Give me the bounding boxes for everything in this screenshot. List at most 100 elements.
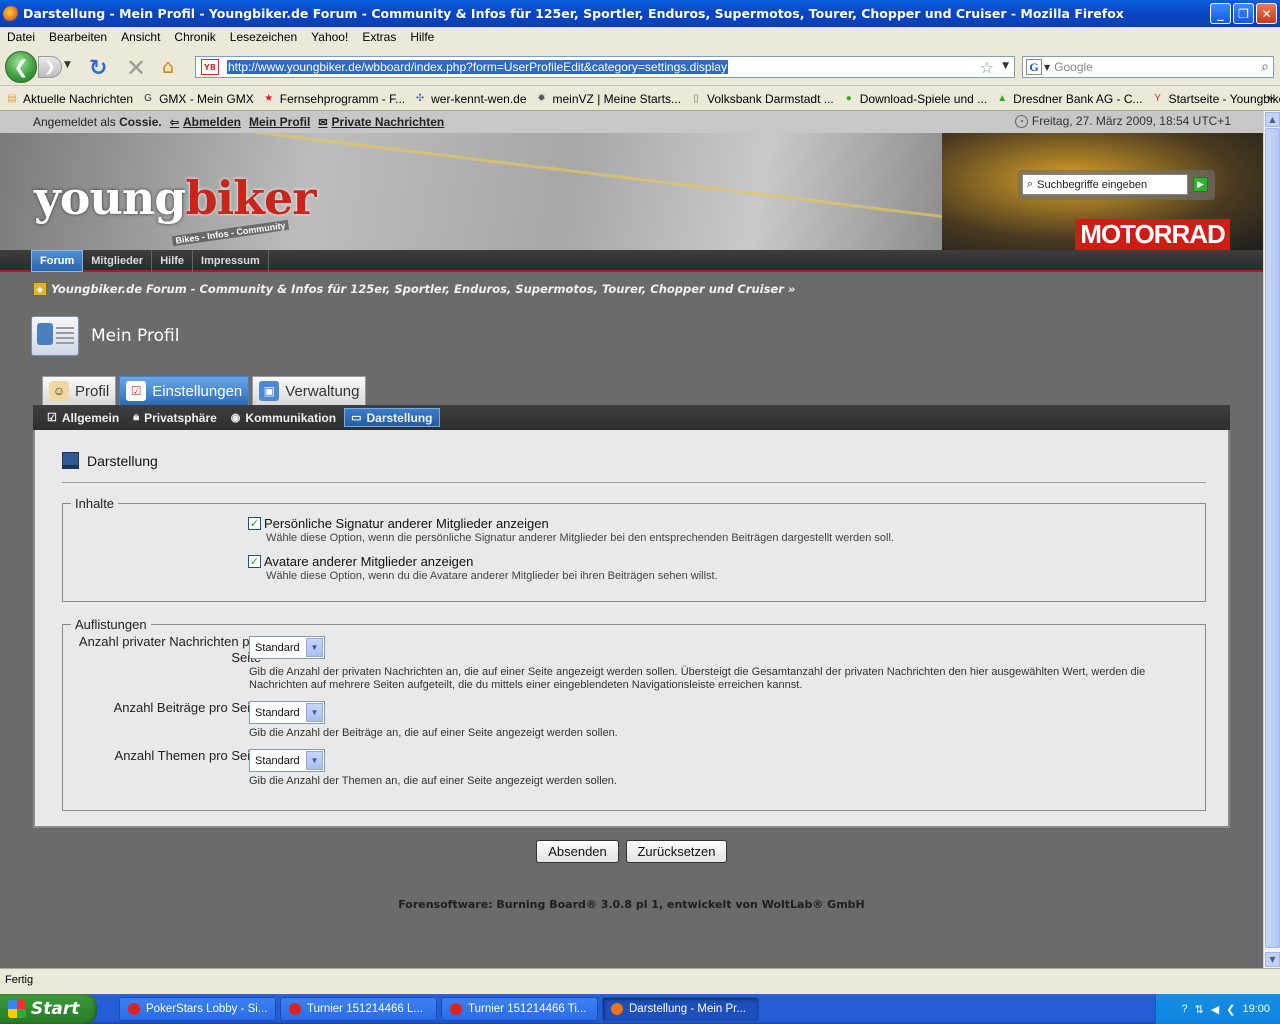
option-signature: ✓ Persönliche Signatur anderer Mitgliede… — [248, 516, 894, 544]
avatars-label[interactable]: Avatare anderer Mitglieder anzeigen — [264, 554, 473, 569]
taskbar-item[interactable]: PokerStars Lobby - Si... — [119, 997, 276, 1021]
nav-tab-mitglieder[interactable]: Mitglieder — [83, 250, 153, 272]
bookmark-item[interactable]: ▯ Volksbank Darmstadt ... — [689, 92, 834, 106]
search-input[interactable]: Google — [1054, 60, 1093, 74]
profile-tabs: ☺ Profil ☑ Einstellungen ▣ Verwaltung — [42, 376, 367, 405]
reset-button[interactable]: Zurücksetzen — [626, 840, 727, 863]
url-input[interactable]: http://www.youngbiker.de/wbboard/index.p… — [227, 60, 728, 74]
signature-label[interactable]: Persönliche Signatur anderer Mitglieder … — [264, 516, 549, 531]
bank-icon: ▲ — [997, 93, 1008, 104]
menu-bearbeiten[interactable]: Bearbeiten — [42, 30, 114, 44]
taskbar-item[interactable]: Darstellung - Mein Pr... — [602, 997, 759, 1021]
bookmark-item[interactable]: ★ Fernsehprogramm - F... — [262, 92, 405, 106]
threads-per-page-select[interactable]: Standard ▼ — [249, 749, 325, 772]
username: Cossie. — [119, 115, 162, 129]
volume-icon[interactable]: ◀ — [1211, 1003, 1219, 1016]
network-icon[interactable]: ⇅ — [1195, 1003, 1204, 1016]
bookmark-star-icon[interactable]: ☆ — [980, 58, 994, 77]
bookmark-item[interactable]: ✹ meinVZ | Meine Starts... — [535, 92, 681, 106]
home-icon[interactable]: ⌂ — [162, 56, 174, 78]
posts-per-page-select[interactable]: Standard ▼ — [249, 701, 325, 724]
chevron-down-icon[interactable]: ▼ — [306, 751, 323, 770]
forward-button[interactable]: ❯ — [38, 56, 62, 78]
bookmark-item[interactable]: ✣ wer-kennt-wen.de — [413, 92, 527, 106]
scroll-up-icon[interactable]: ▲ — [1265, 112, 1280, 127]
scroll-down-icon[interactable]: ▼ — [1265, 952, 1280, 967]
taskbar-item-label: Darstellung - Mein Pr... — [629, 1003, 746, 1015]
stop-icon[interactable]: ✕ — [126, 54, 146, 82]
bookmark-item[interactable]: Y Startseite - Youngbike... — [1151, 92, 1280, 106]
signature-checkbox[interactable]: ✓ — [248, 517, 261, 530]
menu-hilfe[interactable]: Hilfe — [403, 30, 441, 44]
engine-dropdown-icon[interactable]: ▼ — [1044, 63, 1050, 72]
menu-lesezeichen[interactable]: Lesezeichen — [223, 30, 304, 44]
menu-extras[interactable]: Extras — [355, 30, 403, 44]
subtab-kommunikation[interactable]: ◉ Kommunikation — [225, 408, 342, 427]
bookmark-label: GMX - Mein GMX — [159, 91, 254, 106]
status-bar: Fertig — [0, 968, 1280, 990]
header-search-input[interactable]: ⌕ Suchbegriffe eingeben — [1022, 174, 1188, 195]
url-bar[interactable]: YB http://www.youngbiker.de/wbboard/inde… — [195, 56, 1015, 78]
checklist-icon: ☑ — [126, 381, 147, 401]
tab-einstellungen[interactable]: ☑ Einstellungen — [119, 376, 250, 405]
subtab-darstellung[interactable]: ▭ Darstellung — [344, 408, 440, 427]
speech-bubble-icon: ◉ — [230, 412, 241, 424]
search-icon[interactable]: ⌕ — [1261, 59, 1269, 75]
bookmark-item[interactable]: ▲ Dresdner Bank AG - C... — [995, 92, 1142, 106]
section-heading: Darstellung — [62, 452, 158, 469]
help-icon[interactable]: ? — [1181, 1003, 1187, 1015]
page-icon: ▯ — [693, 93, 699, 104]
messages-link[interactable]: ✉ Private Nachrichten — [318, 115, 444, 129]
history-dropdown-icon[interactable]: ▼ — [64, 60, 71, 70]
maximize-button[interactable]: ❐ — [1233, 3, 1254, 24]
header-search-submit[interactable]: ▶ — [1193, 177, 1208, 192]
chevron-down-icon[interactable]: ▼ — [306, 703, 323, 722]
close-button[interactable]: ✕ — [1256, 3, 1277, 24]
bookmarks-toolbar: ▤ Aktuelle Nachrichten G GMX - Mein GMX ★ Fer… — [0, 87, 1280, 111]
nav-tab-impressum[interactable]: Impressum — [193, 250, 269, 272]
site-logo[interactable]: youngbiker — [34, 171, 316, 225]
windows-taskbar: Start PokerStars Lobby - Si... Turnier 15… — [0, 994, 1280, 1024]
start-button[interactable]: Start — [0, 994, 97, 1024]
settings-subtabs: ☑ Allgemein 🔒︎ Privatsphäre ◉ Kommunikation… — [33, 405, 1230, 430]
reload-icon[interactable]: ↻ — [89, 56, 107, 81]
menu-bar: Datei Bearbeiten Ansicht Chronik Lesezei… — [0, 27, 1280, 46]
search-bar[interactable]: G ▼ Google ⌕ — [1022, 56, 1274, 78]
bookmark-item[interactable]: G GMX - Mein GMX — [141, 92, 254, 106]
my-profile-link[interactable]: Mein Profil — [249, 115, 310, 129]
chevron-down-icon[interactable]: ▼ — [306, 638, 323, 657]
google-icon[interactable]: G — [1026, 59, 1042, 75]
page-scrollbar[interactable]: ▲ ▼ — [1263, 111, 1280, 968]
menu-datei[interactable]: Datei — [0, 30, 42, 44]
back-button[interactable]: ❮ — [5, 51, 37, 83]
avatars-checkbox[interactable]: ✓ — [248, 555, 261, 568]
breadcrumb[interactable]: ◆ Youngbiker.de Forum - Community & Info… — [33, 282, 795, 296]
expand-tray-icon[interactable]: ❮ — [1226, 1003, 1235, 1016]
scroll-thumb[interactable] — [1265, 128, 1280, 948]
gear-icon: ✹ — [537, 93, 546, 104]
pm-per-page-select[interactable]: Standard ▼ — [249, 636, 325, 659]
subtab-allgemein[interactable]: ☑ Allgemein — [41, 408, 125, 427]
logout-link[interactable]: ⇦ Abmelden — [170, 115, 241, 129]
bookmark-item[interactable]: ● Download-Spiele und ... — [842, 92, 987, 106]
tab-verwaltung[interactable]: ▣ Verwaltung — [252, 376, 367, 405]
url-dropdown-icon[interactable]: ▼ — [1002, 61, 1009, 71]
minimize-button[interactable]: _ — [1210, 3, 1231, 24]
menu-chronik[interactable]: Chronik — [167, 30, 222, 44]
section-divider — [62, 482, 1206, 483]
taskbar-item[interactable]: Turnier 151214466 Ti... — [441, 997, 598, 1021]
pokerstars-icon — [128, 1003, 140, 1015]
nav-tab-hilfe[interactable]: Hilfe — [152, 250, 194, 272]
nav-tab-forum[interactable]: Forum — [31, 250, 84, 272]
search-icon: ⌕ — [1027, 178, 1034, 190]
submit-button[interactable]: Absenden — [536, 840, 619, 863]
menu-ansicht[interactable]: Ansicht — [114, 30, 167, 44]
taskbar-item[interactable]: Turnier 151214466 L... — [280, 997, 437, 1021]
tab-profil[interactable]: ☺ Profil — [42, 376, 117, 405]
more-bookmarks-icon[interactable]: » — [1267, 91, 1274, 105]
menu-yahoo[interactable]: Yahoo! — [304, 30, 355, 44]
bookmark-label: Startseite - Youngbike... — [1168, 91, 1280, 106]
bookmark-item[interactable]: ▤ Aktuelle Nachrichten — [5, 92, 133, 106]
motorrad-logo[interactable]: MOTORRAD — [1075, 219, 1230, 250]
subtab-privatsphaere[interactable]: 🔒︎ Privatsphäre — [127, 408, 223, 427]
